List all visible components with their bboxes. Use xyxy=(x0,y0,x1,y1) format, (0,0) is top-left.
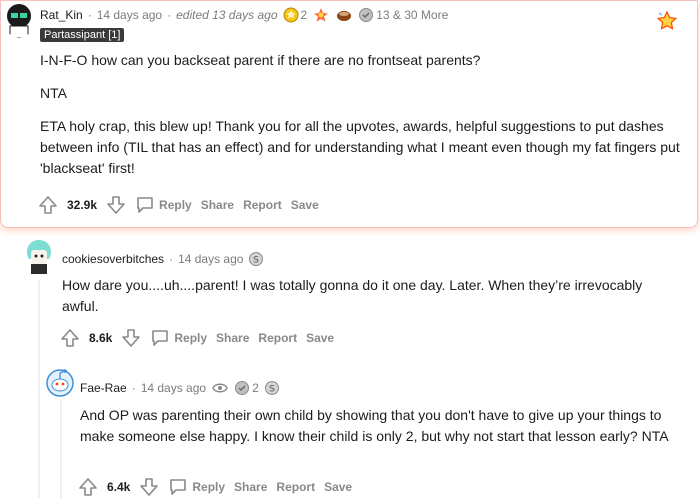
award-count: 2 xyxy=(300,8,308,22)
comment-meta: cookiesoverbitches · 14 days ago S xyxy=(62,251,264,267)
upvote-icon[interactable] xyxy=(60,328,80,348)
comment-body: How dare you....uh....parent! I was tota… xyxy=(62,275,682,328)
vote-count: 6.4k xyxy=(107,480,131,494)
comment-meta: Fae-Rae · 14 days ago 2 S xyxy=(80,380,280,396)
comment-body: And OP was parenting their own child by … xyxy=(80,405,690,458)
thread-line[interactable] xyxy=(38,280,40,498)
reply-label: Reply xyxy=(192,480,226,494)
comment-bubble-icon xyxy=(168,477,188,497)
comment-author[interactable]: Rat_Kin xyxy=(40,8,83,22)
upvote-icon[interactable] xyxy=(78,477,98,497)
award-count: 2 xyxy=(252,381,259,395)
reply-button[interactable]: Reply xyxy=(135,195,192,215)
reply-button[interactable]: Reply xyxy=(168,477,225,497)
comment-bubble-icon xyxy=(135,195,155,215)
downvote-icon[interactable] xyxy=(121,328,141,348)
avatar[interactable] xyxy=(4,2,34,38)
tea-award-icon[interactable] xyxy=(335,7,353,23)
award-summary: 13 & 30 More xyxy=(376,8,449,22)
comment-paragraph: And OP was parenting their own child by … xyxy=(80,407,669,444)
silver-award-icon xyxy=(358,7,374,23)
thread-line[interactable] xyxy=(60,400,62,498)
comment-timestamp[interactable]: 14 days ago xyxy=(97,8,162,22)
comment-actions: 32.9k Reply Share Report Save xyxy=(38,195,319,215)
svg-text:S: S xyxy=(254,256,260,266)
comment-actions: 8.6k Reply Share Report Save xyxy=(60,328,334,348)
svg-text:S: S xyxy=(269,385,275,395)
share-button[interactable]: Share xyxy=(201,198,234,212)
reply-label: Reply xyxy=(159,198,192,212)
silver-coin-icon[interactable]: S xyxy=(264,380,280,396)
comment-paragraph: How dare you....uh....parent! I was tota… xyxy=(62,277,643,314)
save-button[interactable]: Save xyxy=(324,480,352,494)
share-button[interactable]: Share xyxy=(234,480,267,494)
report-button[interactable]: Report xyxy=(276,480,315,494)
avatar[interactable] xyxy=(44,366,76,400)
share-button[interactable]: Share xyxy=(216,331,249,345)
save-button[interactable]: Save xyxy=(306,331,334,345)
avatar[interactable] xyxy=(22,238,56,274)
comment-author[interactable]: cookiesoverbitches xyxy=(62,252,164,266)
comment-timestamp[interactable]: 14 days ago xyxy=(178,252,243,266)
report-button[interactable]: Report xyxy=(243,198,282,212)
edited-timestamp: edited 13 days ago xyxy=(176,8,278,22)
award-group-more[interactable]: 13 & 30 More xyxy=(358,7,448,23)
comment-actions: 6.4k Reply Share Report Save xyxy=(78,477,352,497)
comment-paragraph: ETA holy crap, this blew up! Thank you f… xyxy=(40,118,680,176)
save-button[interactable]: Save xyxy=(291,198,319,212)
silver-award-icon xyxy=(234,380,250,396)
report-button[interactable]: Report xyxy=(258,331,297,345)
helpful-award-icon[interactable] xyxy=(211,380,229,396)
comment-meta: Rat_Kin · 14 days ago · edited 13 days a… xyxy=(40,7,449,23)
comment-author[interactable]: Fae-Rae xyxy=(80,381,127,395)
award-group[interactable]: 2 xyxy=(234,380,259,396)
silver-award-icon[interactable]: S xyxy=(248,251,264,267)
reply-label: Reply xyxy=(174,331,208,345)
user-flair: Partassipant [1] xyxy=(40,28,125,42)
comment-timestamp[interactable]: 14 days ago xyxy=(141,381,206,395)
vote-count: 32.9k xyxy=(67,198,98,212)
comment-paragraph: NTA xyxy=(40,85,67,101)
star-icon[interactable] xyxy=(656,10,678,37)
downvote-icon[interactable] xyxy=(106,195,126,215)
comment-paragraph: I-N-F-O how can you backseat parent if t… xyxy=(40,52,481,68)
comment-body: I-N-F-O how can you backseat parent if t… xyxy=(40,50,690,190)
gold-award-icon xyxy=(283,7,299,23)
reply-button[interactable]: Reply xyxy=(150,328,207,348)
vote-count: 8.6k xyxy=(89,331,113,345)
downvote-icon[interactable] xyxy=(139,477,159,497)
award-group[interactable]: 2 xyxy=(283,7,308,23)
wholesome-award-icon[interactable] xyxy=(312,7,330,23)
comment-bubble-icon xyxy=(150,328,170,348)
upvote-icon[interactable] xyxy=(38,195,58,215)
